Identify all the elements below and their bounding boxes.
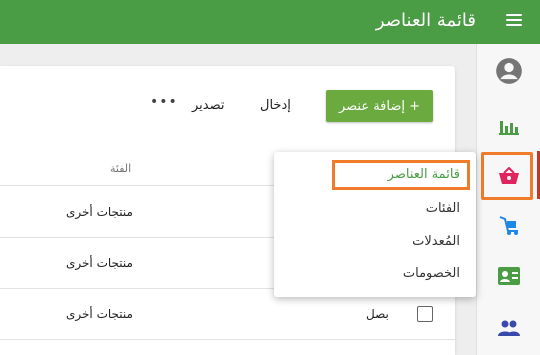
menu-item-discounts[interactable]: الخصومات: [403, 266, 460, 281]
rail-item-employees[interactable]: [477, 306, 540, 350]
cart-dolly-icon: [499, 216, 518, 235]
account-circle-icon: [495, 58, 522, 84]
hamburger-menu-icon[interactable]: [506, 14, 522, 28]
highlight-frame: [481, 152, 533, 200]
bar-chart-icon: [498, 121, 519, 135]
toolbar: + إضافة عنصر إدخال تصدير •••: [0, 88, 455, 122]
menu-item-categories[interactable]: الفئات: [426, 201, 460, 216]
contact-card-icon: [497, 267, 520, 285]
row-category: منتجات أخرى: [66, 205, 133, 219]
row-category: منتجات أخرى: [66, 307, 133, 321]
rail-item-profile[interactable]: [477, 49, 540, 93]
row-category: منتجات أخرى: [66, 256, 133, 270]
people-icon: [497, 320, 520, 336]
rail-item-sales[interactable]: [477, 204, 540, 248]
category-column-header[interactable]: الفئة: [110, 162, 131, 175]
menu-item-items-list[interactable]: قائمة العناصر: [388, 167, 460, 182]
rail-item-customers[interactable]: [477, 254, 540, 298]
row-item-name: بصل: [366, 307, 389, 321]
add-item-button[interactable]: + إضافة عنصر: [326, 90, 433, 122]
more-options-icon[interactable]: •••: [150, 94, 178, 110]
side-navigation: [476, 44, 540, 355]
rail-item-reports[interactable]: [477, 104, 540, 148]
app-header: قائمة العناصر: [0, 0, 540, 44]
menu-item-modifiers[interactable]: المُعدلات: [412, 234, 460, 249]
items-dropdown-menu: قائمة العناصر الفئات المُعدلات الخصومات: [274, 152, 476, 297]
export-button[interactable]: تصدير: [192, 98, 225, 113]
import-button[interactable]: إدخال: [260, 98, 291, 113]
page-title: قائمة العناصر: [375, 10, 476, 31]
row-checkbox[interactable]: [417, 306, 433, 322]
